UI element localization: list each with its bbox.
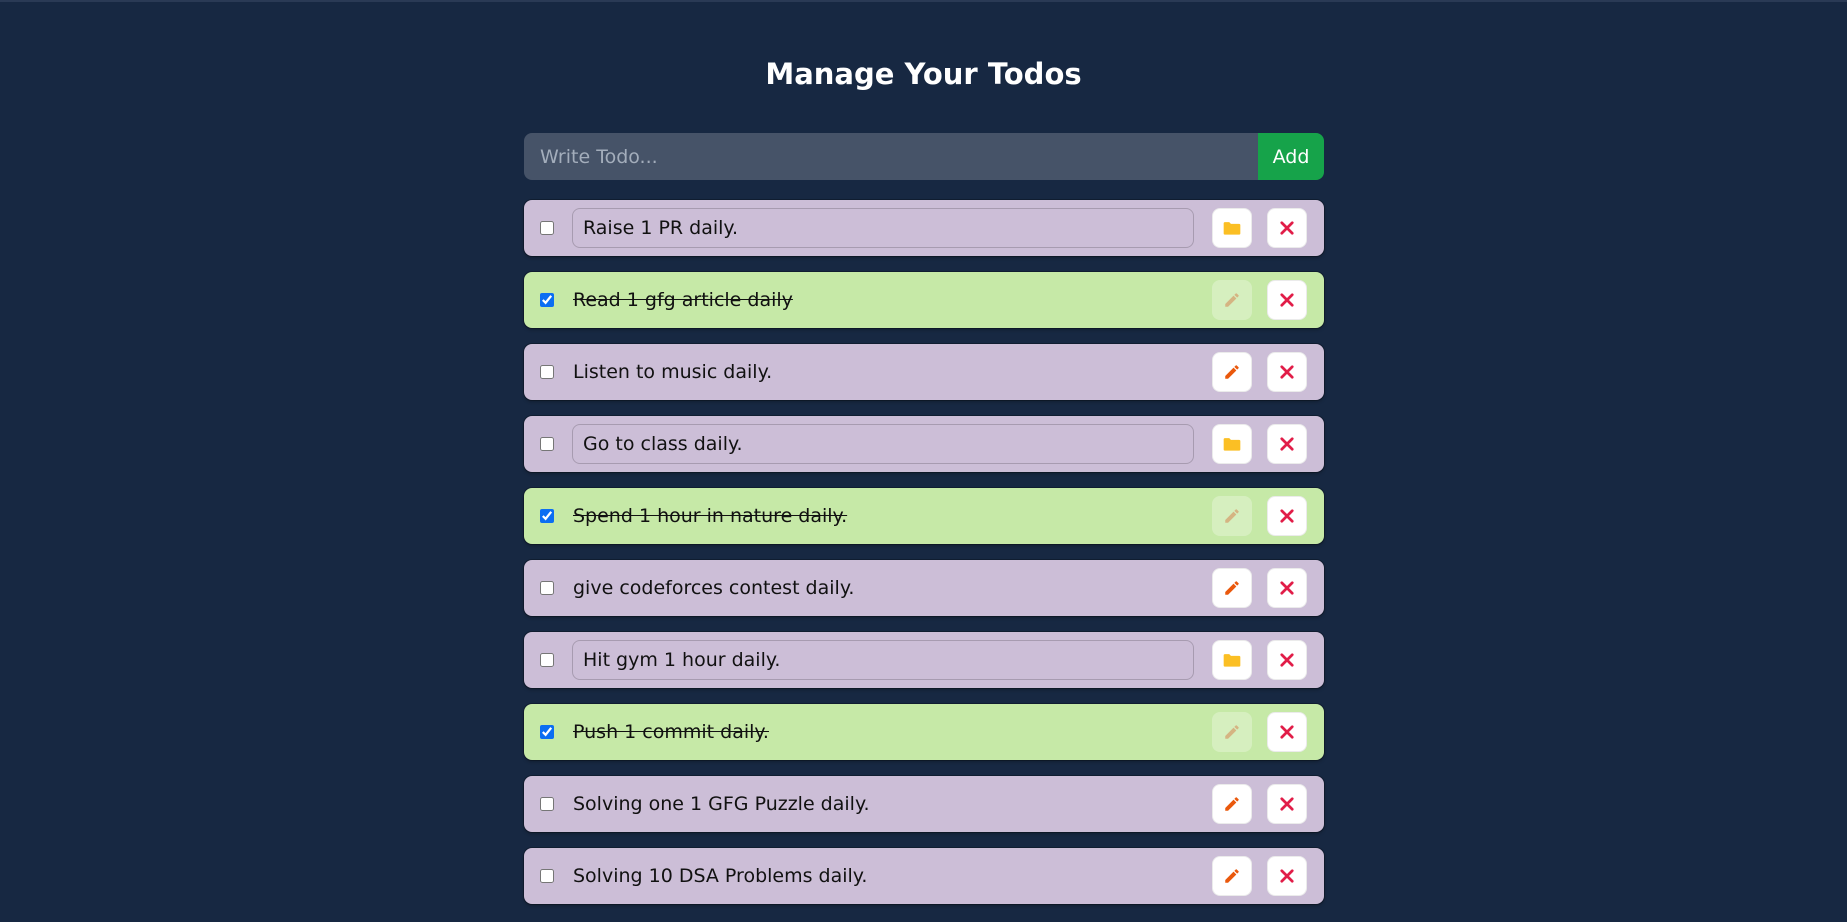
save-todo-button[interactable] [1212, 208, 1252, 248]
pencil-icon [1223, 795, 1241, 813]
todo-input[interactable] [524, 133, 1258, 180]
todo-text: Solving 10 DSA Problems daily. [573, 865, 868, 887]
delete-todo-button[interactable] [1267, 280, 1307, 320]
delete-todo-button[interactable] [1267, 208, 1307, 248]
edit-todo-button[interactable] [1212, 784, 1252, 824]
todo-item: Hit gym 1 hour daily. [524, 632, 1324, 688]
add-todo-form: Add [524, 133, 1324, 180]
todo-item: Solving 10 DSA Problems daily. [524, 848, 1324, 904]
pencil-icon [1223, 291, 1241, 309]
todo-checkbox[interactable] [540, 725, 554, 739]
edit-todo-button [1212, 280, 1252, 320]
todo-checkbox[interactable] [540, 797, 554, 811]
todo-checkbox[interactable] [540, 365, 554, 379]
close-icon [1278, 723, 1296, 741]
close-icon [1278, 579, 1296, 597]
todo-text: give codeforces contest daily. [573, 577, 855, 599]
folder-icon [1222, 650, 1242, 670]
pencil-icon [1223, 363, 1241, 381]
delete-todo-button[interactable] [1267, 424, 1307, 464]
page-title: Manage Your Todos [765, 57, 1082, 91]
todo-edit-field[interactable]: Hit gym 1 hour daily. [572, 640, 1194, 680]
top-border [0, 0, 1847, 2]
edit-todo-button[interactable] [1212, 856, 1252, 896]
todo-item: Push 1 commit daily. [524, 704, 1324, 760]
close-icon [1278, 651, 1296, 669]
todo-checkbox[interactable] [540, 293, 554, 307]
close-icon [1278, 795, 1296, 813]
pencil-icon [1223, 507, 1241, 525]
todo-text: Solving one 1 GFG Puzzle daily. [573, 793, 870, 815]
close-icon [1278, 507, 1296, 525]
todo-text: Read 1 gfg article daily [573, 289, 793, 311]
delete-todo-button[interactable] [1267, 784, 1307, 824]
todo-edit-field[interactable]: Go to class daily. [572, 424, 1194, 464]
delete-todo-button[interactable] [1267, 352, 1307, 392]
todo-item: give codeforces contest daily. [524, 560, 1324, 616]
folder-icon [1222, 434, 1242, 454]
save-todo-button[interactable] [1212, 424, 1252, 464]
close-icon [1278, 291, 1296, 309]
close-icon [1278, 219, 1296, 237]
todo-item: Go to class daily. [524, 416, 1324, 472]
todo-item: Read 1 gfg article daily [524, 272, 1324, 328]
edit-todo-button[interactable] [1212, 352, 1252, 392]
edit-todo-button [1212, 712, 1252, 752]
close-icon [1278, 363, 1296, 381]
add-button[interactable]: Add [1258, 133, 1324, 180]
delete-todo-button[interactable] [1267, 568, 1307, 608]
todo-item: Listen to music daily. [524, 344, 1324, 400]
todo-checkbox[interactable] [540, 221, 554, 235]
todo-text: Listen to music daily. [573, 361, 773, 383]
pencil-icon [1223, 867, 1241, 885]
todo-checkbox[interactable] [540, 581, 554, 595]
todo-list: Raise 1 PR daily. Read 1 gfg article dail… [524, 200, 1324, 920]
todo-item: Raise 1 PR daily. [524, 200, 1324, 256]
pencil-icon [1223, 723, 1241, 741]
todo-item: Solving one 1 GFG Puzzle daily. [524, 776, 1324, 832]
close-icon [1278, 435, 1296, 453]
todo-checkbox[interactable] [540, 869, 554, 883]
close-icon [1278, 867, 1296, 885]
edit-todo-button [1212, 496, 1252, 536]
delete-todo-button[interactable] [1267, 856, 1307, 896]
todo-checkbox[interactable] [540, 437, 554, 451]
todo-checkbox[interactable] [540, 653, 554, 667]
edit-todo-button[interactable] [1212, 568, 1252, 608]
todo-text: Spend 1 hour in nature daily. [573, 505, 848, 527]
delete-todo-button[interactable] [1267, 712, 1307, 752]
delete-todo-button[interactable] [1267, 640, 1307, 680]
pencil-icon [1223, 579, 1241, 597]
todo-text: Push 1 commit daily. [573, 721, 769, 743]
todo-item: Spend 1 hour in nature daily. [524, 488, 1324, 544]
delete-todo-button[interactable] [1267, 496, 1307, 536]
todo-edit-field[interactable]: Raise 1 PR daily. [572, 208, 1194, 248]
save-todo-button[interactable] [1212, 640, 1252, 680]
folder-icon [1222, 218, 1242, 238]
todo-checkbox[interactable] [540, 509, 554, 523]
